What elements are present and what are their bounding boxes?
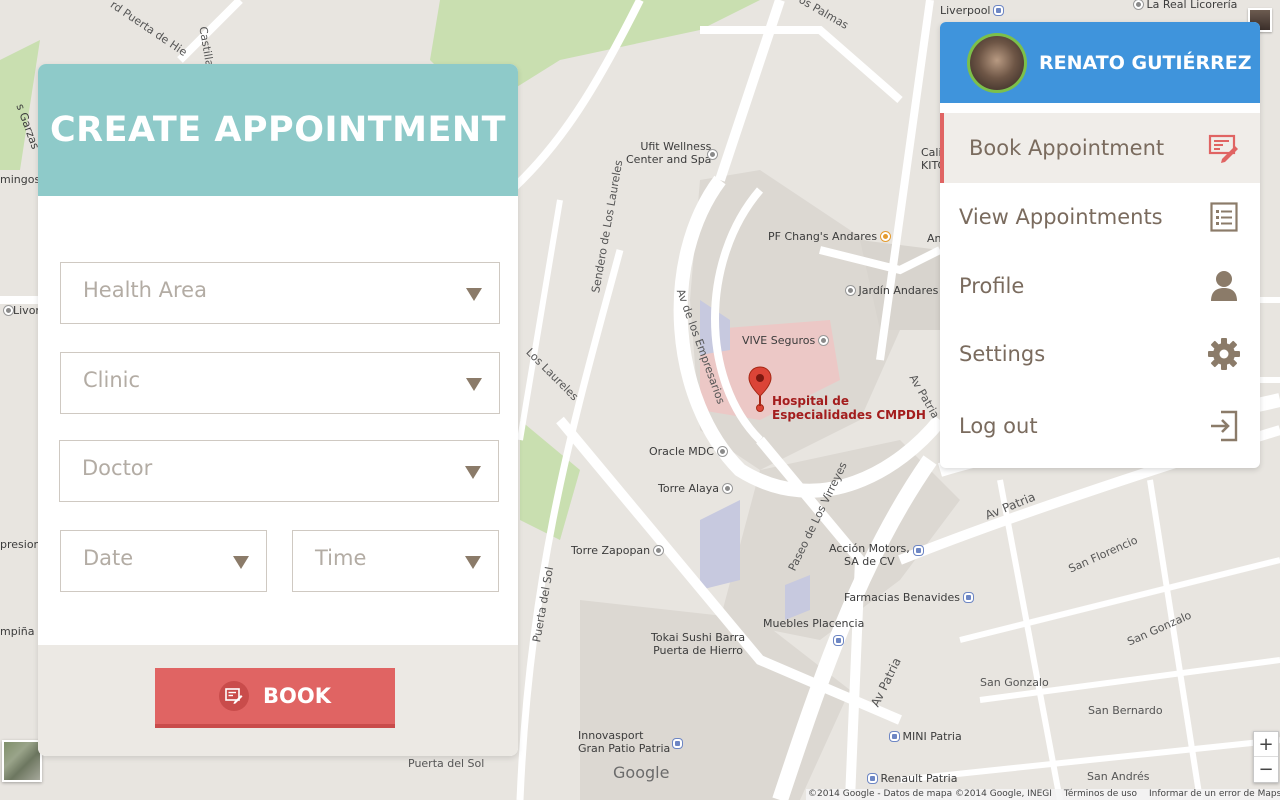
gear-icon	[1208, 338, 1240, 370]
chevron-down-icon	[466, 378, 482, 391]
doctor-placeholder: Doctor	[82, 456, 153, 480]
map-label-torre-zapopan: Torre Zapopan	[571, 544, 664, 557]
zoom-control: + −	[1253, 731, 1279, 783]
logout-icon	[1208, 410, 1240, 442]
poi-icon	[654, 546, 664, 555]
user-name: RENATO GUTIÉRREZ	[1039, 51, 1252, 74]
clinic-select[interactable]: Clinic	[60, 352, 500, 414]
page-title: CREATE APPOINTMENT	[49, 110, 507, 150]
map-label-puerta-sol: Puerta del Sol	[408, 757, 485, 770]
health-area-placeholder: Health Area	[83, 278, 207, 302]
location-pin-icon[interactable]	[748, 366, 772, 414]
map-label-muebles: Muebles Placencia	[763, 617, 865, 630]
google-logo: Google	[613, 763, 670, 782]
time-select[interactable]: Time	[292, 530, 499, 592]
edit-form-icon	[219, 681, 249, 711]
map-label-renault: Renault Patria	[864, 772, 957, 785]
map-label-pina: mpiña	[0, 625, 35, 638]
report-error-link[interactable]: Informar de un error de Maps	[1149, 789, 1280, 800]
map-label-oracle: Oracle MDC	[649, 445, 727, 458]
poi-icon	[717, 447, 727, 456]
menu-item-settings[interactable]: Settings	[940, 319, 1260, 389]
map-label-mini-patria: MINI Patria	[886, 730, 962, 743]
book-button-label: BOOK	[263, 684, 331, 708]
map-label-san-gonzalo-2: San Gonzalo	[980, 676, 1049, 689]
store-icon	[994, 6, 1004, 15]
menu-item-label: Settings	[959, 342, 1046, 366]
car-dealer-icon	[890, 732, 899, 741]
map-label-san-bernardo: San Bernardo	[1088, 704, 1163, 717]
map-label-innovasport: Innovasport Gran Patio Patria	[578, 729, 671, 755]
panel-footer: BOOK	[38, 645, 518, 756]
menu-item-book-appointment[interactable]: Book Appointment	[940, 113, 1260, 183]
date-select[interactable]: Date	[60, 530, 267, 592]
map-label-torre-alaya: Torre Alaya	[658, 482, 733, 495]
map-label-jardin-andares: Jardín Andares	[842, 284, 938, 297]
map-label-vive-seguros: VIVE Seguros	[742, 334, 829, 347]
map-label-liverpool: Liverpool	[940, 4, 1004, 17]
zoom-out-button[interactable]: −	[1254, 757, 1278, 782]
clinic-placeholder: Clinic	[83, 368, 141, 392]
avatar	[967, 32, 1027, 93]
chevron-down-icon	[465, 466, 481, 479]
user-header[interactable]: RENATO GUTIÉRREZ	[940, 22, 1260, 103]
map-copyright: ©2014 Google - Datos de mapa ©2014 Googl…	[808, 789, 1052, 799]
poi-icon	[1134, 0, 1143, 9]
ufit-poi-icon	[708, 150, 717, 159]
menu-item-logout[interactable]: Log out	[940, 391, 1260, 461]
satellite-toggle[interactable]	[2, 740, 42, 782]
menu-item-profile[interactable]: Profile	[940, 251, 1260, 321]
avatar-photo	[970, 35, 1024, 90]
edit-form-icon	[1208, 132, 1240, 164]
map-label-mingos: mingos	[0, 173, 41, 186]
map-credits: ©2014 Google - Datos de mapa ©2014 Googl…	[806, 789, 1280, 800]
car-dealer-icon	[868, 774, 877, 783]
menu-item-view-appointments[interactable]: View Appointments	[940, 182, 1260, 252]
store-icon	[673, 739, 682, 748]
chevron-down-icon	[233, 556, 249, 569]
user-menu: RENATO GUTIÉRREZ Book Appointment View A…	[940, 22, 1260, 468]
store-icon	[834, 636, 843, 645]
map-label-farmacias: Farmacias Benavides	[844, 591, 973, 604]
doctor-select[interactable]: Doctor	[59, 440, 499, 502]
map-label-pf-changs: PF Chang's Andares	[768, 230, 891, 243]
menu-item-label: Book Appointment	[969, 136, 1165, 160]
store-icon	[964, 593, 973, 602]
poi-icon	[846, 286, 855, 295]
restaurant-icon	[881, 232, 891, 241]
person-icon	[1208, 270, 1240, 302]
map-label-tokai: Tokai Sushi Barra Puerta de Hierro	[651, 631, 746, 657]
map-label-presion: presion	[0, 538, 41, 551]
map-label-san-andres: San Andrés	[1087, 770, 1150, 783]
map-label-ufit: Ufit Wellness Center and Spa	[626, 140, 712, 166]
health-area-select[interactable]: Health Area	[60, 262, 500, 324]
list-icon	[1208, 201, 1240, 233]
time-placeholder: Time	[315, 546, 367, 570]
zoom-in-button[interactable]: +	[1254, 732, 1278, 757]
create-appointment-panel: CREATE APPOINTMENT Health Area Clinic Do…	[38, 64, 518, 756]
chevron-down-icon	[466, 288, 482, 301]
poi-icon	[723, 484, 733, 493]
panel-header: CREATE APPOINTMENT	[38, 64, 518, 196]
poi-icon	[819, 336, 829, 345]
chevron-down-icon	[465, 556, 481, 569]
hospital-label[interactable]: Hospital de Especialidades CMPDH	[772, 394, 926, 422]
map-label-accion-motors: Acción Motors, SA de CV	[829, 542, 910, 568]
date-placeholder: Date	[83, 546, 134, 570]
menu-item-label: Profile	[959, 274, 1025, 298]
menu-item-label: View Appointments	[959, 205, 1163, 229]
terms-link[interactable]: Términos de uso	[1064, 789, 1137, 800]
car-dealer-icon	[914, 546, 923, 555]
book-button[interactable]: BOOK	[155, 668, 395, 728]
poi-icon	[4, 306, 13, 315]
menu-item-label: Log out	[959, 414, 1038, 438]
map-label-real-licoreria: La Real Licorería	[1130, 0, 1237, 11]
